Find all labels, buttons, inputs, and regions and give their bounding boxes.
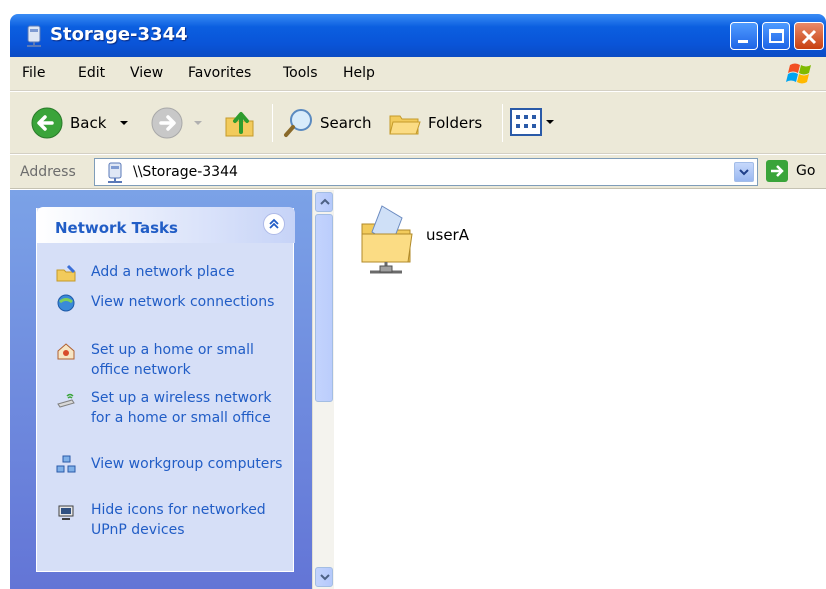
chevron-down-icon[interactable]: [190, 115, 206, 131]
menu-view[interactable]: View: [130, 65, 163, 81]
scroll-up-button[interactable]: [315, 192, 333, 212]
chevron-down-icon: [320, 574, 330, 581]
up-folder-button[interactable]: [223, 106, 257, 140]
network-tasks-group: Network Tasks Add a network place View n…: [36, 207, 295, 572]
network-tasks-title: Network Tasks: [55, 219, 178, 237]
minimize-icon: [738, 40, 748, 43]
folders-icon: [389, 115, 421, 135]
search-label: Search: [320, 114, 372, 132]
close-icon: [801, 29, 817, 45]
menu-file[interactable]: File: [22, 65, 45, 81]
address-dropdown-button[interactable]: [734, 162, 754, 182]
search-button[interactable]: Search: [282, 106, 372, 140]
search-icon: [284, 109, 312, 137]
menu-edit[interactable]: Edit: [78, 65, 105, 81]
network-drive-icon: [27, 25, 41, 47]
views-button[interactable]: [510, 108, 556, 136]
back-arrow-icon: [31, 107, 63, 139]
chevron-down-icon[interactable]: [116, 115, 132, 131]
network-connections-icon: [57, 294, 75, 312]
task-label: View workgroup computers: [91, 456, 283, 472]
home-network-icon: [57, 343, 75, 360]
forward-arrow-icon: [151, 107, 183, 139]
add-network-place-icon: [56, 264, 76, 282]
go-button[interactable]: Go: [766, 160, 815, 182]
collapse-button[interactable]: [263, 213, 285, 235]
menu-help[interactable]: Help: [343, 65, 375, 81]
menu-bar: File Edit View Favorites Tools Help: [10, 57, 826, 91]
folders-button[interactable]: Folders: [388, 106, 482, 140]
double-chevron-up-icon: [269, 218, 279, 229]
task-label: Set up a wireless network for a home or …: [91, 390, 272, 426]
address-bar: Address \\Storage-3344 Go: [10, 155, 826, 189]
forward-button[interactable]: [150, 106, 206, 140]
address-label: Address: [20, 164, 76, 180]
task-label: Hide icons for networked UPnP devices: [91, 502, 266, 538]
workgroup-icon: [56, 455, 76, 473]
title-bar: Storage-3344: [10, 14, 826, 57]
task-label: View network connections: [91, 294, 275, 310]
chevron-down-icon: [546, 120, 554, 124]
address-value: \\Storage-3344: [133, 164, 238, 180]
go-label: Go: [796, 163, 816, 179]
task-pane: Network Tasks Add a network place View n…: [10, 190, 312, 589]
shared-folder-icon: [361, 205, 413, 274]
maximize-button[interactable]: [762, 22, 790, 50]
chevron-down-icon: [739, 169, 749, 176]
scroll-down-button[interactable]: [315, 567, 333, 587]
toolbar-separator: [502, 104, 503, 142]
go-arrow-icon: [766, 160, 788, 182]
menu-favorites[interactable]: Favorites: [188, 65, 251, 81]
folders-label: Folders: [428, 114, 483, 132]
wireless-network-icon: [57, 393, 75, 408]
upnp-icon: [58, 505, 74, 520]
minimize-button[interactable]: [730, 22, 758, 50]
window-title: Storage-3344: [50, 24, 188, 45]
up-folder-icon: [225, 112, 254, 137]
address-input[interactable]: \\Storage-3344: [94, 158, 758, 186]
toolbar-separator: [272, 104, 273, 142]
network-drive-icon: [108, 162, 122, 183]
views-grid-icon: [510, 108, 542, 136]
chevron-up-icon: [320, 198, 330, 205]
menu-tools[interactable]: Tools: [283, 65, 318, 81]
toolbar: Back Search Folders: [10, 92, 826, 154]
shared-folder-label: userA: [426, 226, 469, 244]
task-label: Add a network place: [91, 264, 235, 280]
task-pane-scrollbar[interactable]: [312, 190, 334, 589]
content-area: userA: [336, 190, 826, 589]
task-label: Set up a home or small office network: [91, 342, 254, 378]
network-tasks-header[interactable]: Network Tasks: [37, 207, 295, 243]
shared-folder-item[interactable]: userA: [356, 200, 516, 280]
close-button[interactable]: [794, 22, 824, 50]
back-button[interactable]: Back: [30, 106, 132, 140]
scroll-thumb[interactable]: [315, 214, 333, 402]
maximize-icon: [769, 29, 784, 43]
windows-logo-icon: [786, 63, 811, 84]
back-label: Back: [70, 114, 107, 132]
